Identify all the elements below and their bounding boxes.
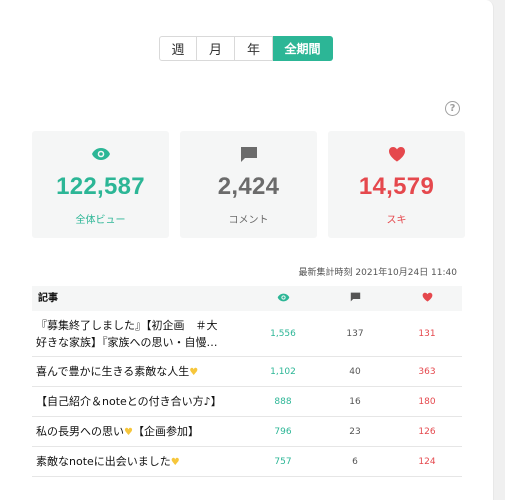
stat-comments: 2,424 コメント <box>180 131 317 238</box>
likes-label: スキ <box>386 215 407 226</box>
column-title-header: 記事 <box>38 293 58 304</box>
article-likes: 363 <box>418 366 436 377</box>
eye-icon <box>32 144 169 164</box>
table-row[interactable]: 『募集終了しました』【初企画 ＃大 好きな家族】『家族への思い・自慢… 1,55… <box>32 311 462 357</box>
comments-label: コメント <box>228 215 269 226</box>
article-title-suffix: 【企画参加】 <box>132 424 199 438</box>
comments-count: 2,424 <box>217 173 280 200</box>
article-comments: 6 <box>352 456 358 467</box>
heart-icon <box>422 292 433 305</box>
article-likes: 124 <box>418 456 436 467</box>
article-views: 1,102 <box>270 366 296 377</box>
comment-icon <box>350 292 361 305</box>
article-title-text: 私の長男への思い <box>36 424 124 438</box>
table-row[interactable]: 喜んで豊かに生きる素敵な人生♥ 1,102 40 363 <box>32 357 462 387</box>
table-row[interactable]: 私の長男への思い♥【企画参加】 796 23 126 <box>32 417 462 447</box>
eye-icon <box>277 293 290 305</box>
article-title-line: 『募集終了しました』【初企画 ＃大 <box>36 318 218 332</box>
yellow-heart-icon: ♥ <box>189 366 199 378</box>
article-comments: 16 <box>349 396 361 407</box>
article-title[interactable]: 私の長男への思い♥【企画参加】 <box>32 423 248 441</box>
article-likes: 131 <box>418 328 436 339</box>
article-title-text: 喜んで豊かに生きる素敵な人生 <box>36 364 190 378</box>
table-row[interactable]: 【自己紹介＆noteとの付き合い方♪】 888 16 180 <box>32 387 462 417</box>
heart-icon <box>328 144 465 164</box>
article-title[interactable]: 喜んで豊かに生きる素敵な人生♥ <box>32 363 248 381</box>
article-views: 1,556 <box>270 328 296 339</box>
article-title[interactable]: 素敵なnoteに出会いました♥ <box>32 453 248 471</box>
article-title-line: 好きな家族】『家族への思い・自慢… <box>36 335 218 349</box>
article-likes: 126 <box>418 426 436 437</box>
table-row[interactable]: 素敵なnoteに出会いました♥ 757 6 124 <box>32 447 462 477</box>
articles-table: 記事 『募集終了しました』【初企画 ＃大 好きな家族】『家族への思い・自慢… 1… <box>32 286 462 477</box>
article-title[interactable]: 【自己紹介＆noteとの付き合い方♪】 <box>32 393 248 410</box>
article-comments: 23 <box>349 426 361 437</box>
article-views: 888 <box>274 396 292 407</box>
article-comments: 40 <box>349 366 361 377</box>
help-icon[interactable]: ? <box>445 101 460 116</box>
comment-icon <box>180 144 317 164</box>
views-count: 122,587 <box>56 173 145 200</box>
stat-summary: 122,587 全体ビュー 2,424 コメント 14,579 スキ <box>32 131 465 238</box>
stats-card: 週 月 年 全期間 ? 122,587 全体ビュー 2,424 コメント 14,… <box>0 0 494 500</box>
stat-views: 122,587 全体ビュー <box>32 131 169 238</box>
views-column-header <box>248 293 318 305</box>
stat-likes: 14,579 スキ <box>328 131 465 238</box>
last-updated: 最新集計時刻 2021年10月24日 11:40 <box>298 268 457 278</box>
yellow-heart-icon: ♥ <box>170 456 180 468</box>
tab-month[interactable]: 月 <box>197 36 235 61</box>
tab-week[interactable]: 週 <box>159 36 197 61</box>
article-views: 796 <box>274 426 292 437</box>
comments-column-header <box>318 292 392 305</box>
article-title[interactable]: 『募集終了しました』【初企画 ＃大 好きな家族】『家族への思い・自慢… <box>32 317 248 351</box>
article-views: 757 <box>274 456 292 467</box>
likes-count: 14,579 <box>358 173 435 200</box>
tab-all-time[interactable]: 全期間 <box>273 36 333 61</box>
period-tabs: 週 月 年 全期間 <box>159 36 333 61</box>
yellow-heart-icon: ♥ <box>124 426 133 438</box>
views-label: 全体ビュー <box>75 215 126 226</box>
likes-column-header <box>392 292 462 305</box>
article-likes: 180 <box>418 396 436 407</box>
tab-year[interactable]: 年 <box>235 36 273 61</box>
article-title-text: 素敵なnoteに出会いました <box>36 454 171 468</box>
article-comments: 137 <box>346 328 364 339</box>
table-header: 記事 <box>32 286 462 311</box>
